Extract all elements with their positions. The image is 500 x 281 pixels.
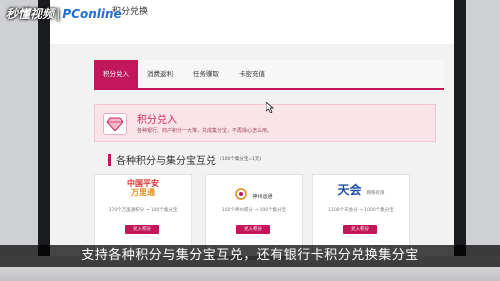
brand-line1: 中国平安 (127, 179, 159, 188)
brand-line2: 万里通 (131, 188, 155, 197)
laptop-screen: 积分兑换 积分兑入 消费返利 任务赚取 卡密充值 积分兑入 各种银行、商户积分一… (50, 0, 454, 256)
section-title: 各种积分与集分宝互兑 (116, 156, 216, 167)
exchange-rate: 100个神州积分 → 100个集分宝 (221, 208, 287, 213)
banner-subtitle: 各种银行、商户积分一大堆，兑成集分宝，不再操心怎么用。 (137, 128, 273, 134)
exchange-card: 天会 网络有限 1100个天会分 → 1000个集分宝 兑入积分 (312, 174, 410, 256)
shenzhou-logo-icon (235, 187, 248, 200)
tab-bar: 积分兑入 消费返利 任务赚取 卡密充值 (94, 60, 444, 90)
exchange-rate: 370个万里通积分 → 100个集分宝 (108, 208, 178, 213)
watermark-right: PConline (62, 7, 122, 21)
mouse-cursor-icon (266, 102, 274, 113)
exchange-rate: 1100个天会分 → 1000个集分宝 (328, 208, 394, 213)
tab-card-recharge[interactable]: 卡密充值 (230, 60, 274, 88)
redeem-button[interactable]: 兑入积分 (125, 225, 159, 234)
redeem-button[interactable]: 兑入积分 (343, 225, 377, 234)
tab-tasks[interactable]: 任务赚取 (184, 60, 228, 88)
brand-logo: 神州运通 (206, 183, 302, 202)
tab-points-in[interactable]: 积分兑入 (94, 60, 138, 88)
section-marker (108, 154, 111, 166)
exchange-card: 神州运通 100个神州积分 → 100个集分宝 兑入积分 (205, 174, 303, 256)
brand-line1: 神州运通 (252, 194, 273, 200)
banner-title: 积分兑入 (137, 115, 177, 126)
brand-logo: 天会 网络有限 (313, 179, 409, 198)
brand-line2: 网络有限 (366, 191, 385, 196)
brand-logo: 中国平安 万里通 (95, 179, 191, 197)
info-banner: 积分兑入 各种银行、商户积分一大堆，兑成集分宝，不再操心怎么用。 (94, 104, 436, 142)
diamond-icon (103, 113, 127, 135)
section-note: (100个集分宝=1元) (220, 157, 262, 162)
watermark-logo: 秒懂视频 | PConline (6, 7, 122, 21)
video-caption: 支持各种积分与集分宝互兑，还有银行卡积分兑换集分宝 (0, 245, 500, 267)
exchange-card: 中国平安 万里通 370个万里通积分 → 100个集分宝 兑入积分 (94, 174, 192, 256)
redeem-button[interactable]: 兑入积分 (236, 225, 270, 234)
watermark-left: 秒懂视频 (6, 7, 55, 21)
brand-line1: 天会 (337, 183, 362, 197)
tab-cashback[interactable]: 消费返利 (138, 60, 182, 88)
